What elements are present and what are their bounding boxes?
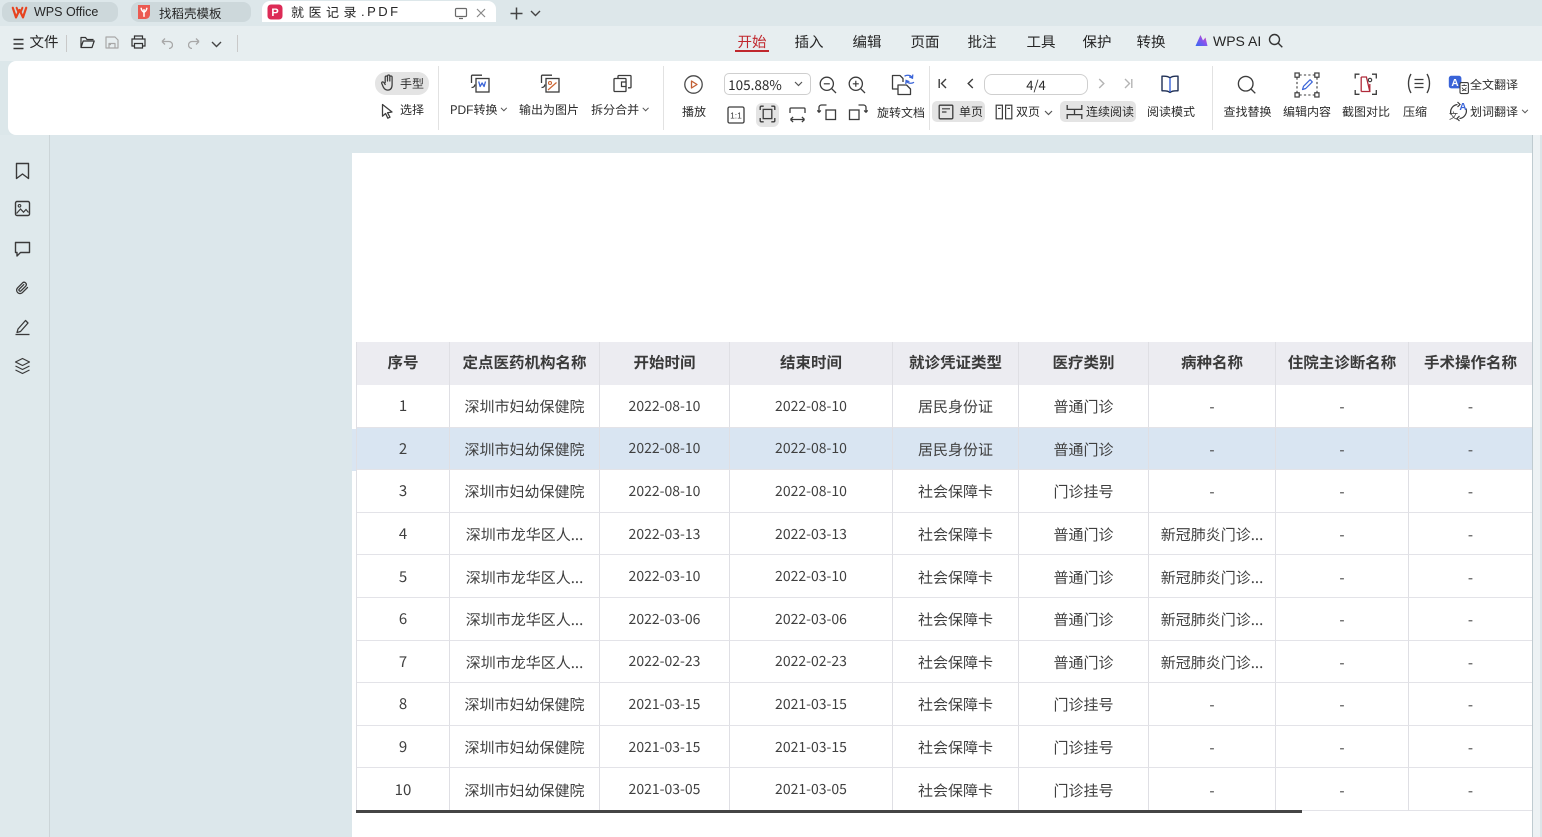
svg-text:文: 文	[1449, 109, 1458, 122]
svg-text:1:1: 1:1	[730, 111, 742, 121]
svg-text:P: P	[271, 7, 278, 19]
svg-text:A: A	[1459, 102, 1466, 113]
svg-text:A: A	[1451, 78, 1458, 89]
